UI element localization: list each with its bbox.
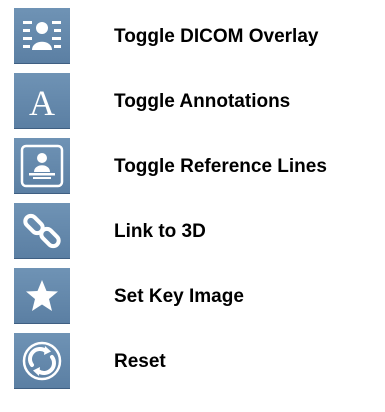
set-key-image-button[interactable] xyxy=(14,268,70,324)
tool-row-key-image: Set Key Image xyxy=(0,268,385,328)
toggle-reference-lines-button[interactable] xyxy=(14,138,70,194)
toggle-annotations-label: Toggle Annotations xyxy=(114,91,291,112)
reset-label: Reset xyxy=(114,351,166,372)
annotations-icon: A xyxy=(29,83,55,123)
tool-row-reset: Reset xyxy=(0,333,385,393)
toggle-reference-lines-label: Toggle Reference Lines xyxy=(114,156,327,177)
star-icon xyxy=(26,279,58,311)
toggle-dicom-overlay-button[interactable] xyxy=(14,8,70,64)
set-key-image-label: Set Key Image xyxy=(114,286,244,307)
reference-lines-icon xyxy=(20,144,64,187)
svg-text:A: A xyxy=(29,83,55,123)
dicom-overlay-icon xyxy=(23,20,61,50)
tool-row-link-3d: Link to 3D xyxy=(0,203,385,263)
link-to-3d-button[interactable] xyxy=(14,203,70,259)
tool-row-reference-lines: Toggle Reference Lines xyxy=(0,138,385,198)
toggle-dicom-overlay-label: Toggle DICOM Overlay xyxy=(114,26,319,47)
link-icon xyxy=(23,213,61,248)
tool-row-dicom-overlay: Toggle DICOM Overlay xyxy=(0,8,385,68)
tool-row-annotations: A Toggle Annotations xyxy=(0,73,385,133)
toggle-annotations-button[interactable]: A xyxy=(14,73,70,129)
link-to-3d-label: Link to 3D xyxy=(114,221,206,242)
reset-icon xyxy=(22,341,62,380)
reset-button[interactable] xyxy=(14,333,70,389)
